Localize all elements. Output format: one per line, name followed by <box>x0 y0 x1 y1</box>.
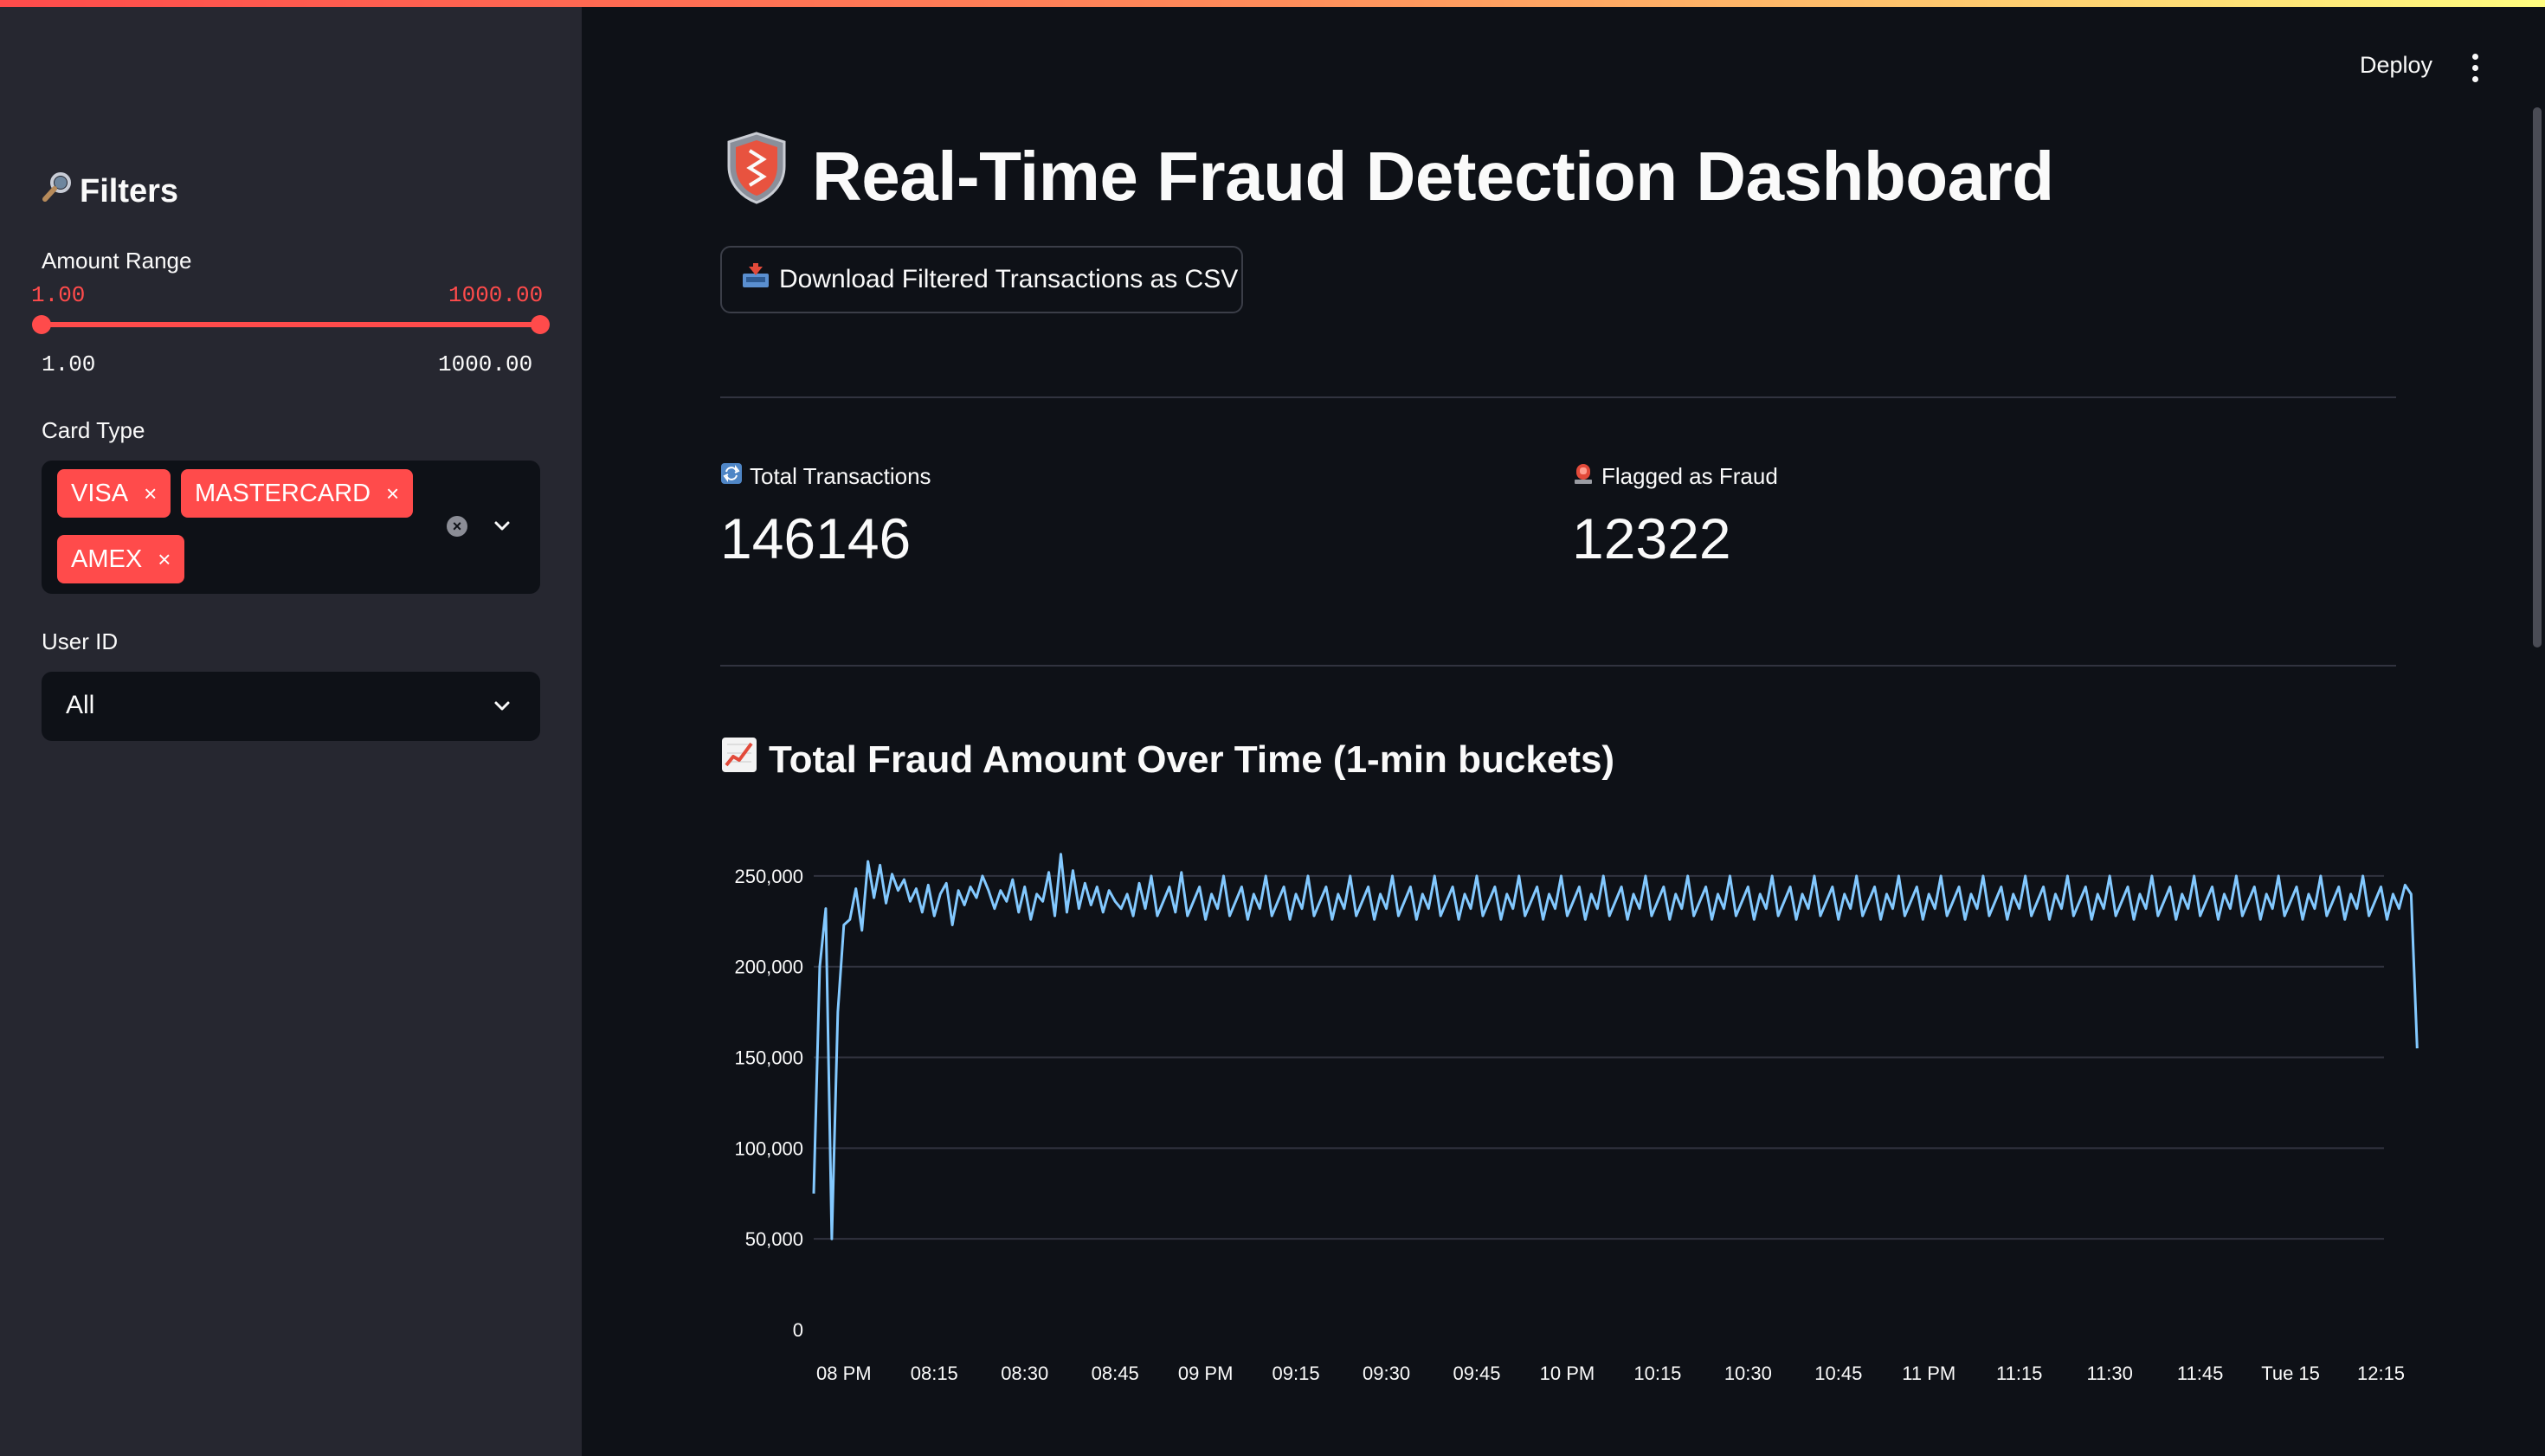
page-scrollbar[interactable] <box>2533 107 2542 647</box>
x-tick-label: 08 PM <box>816 1363 872 1384</box>
chip-label: VISA <box>71 479 129 507</box>
top-decoration-bar <box>0 0 2545 7</box>
metric-label-fraud: Flagged as Fraud <box>1572 462 1778 491</box>
filters-heading: Filters <box>40 170 178 213</box>
slider-min-handle[interactable] <box>32 315 51 334</box>
shield-icon <box>724 130 789 222</box>
x-tick-label: 09:15 <box>1272 1363 1320 1384</box>
chip-label: MASTERCARD <box>195 479 371 507</box>
filters-title: Filters <box>80 172 179 209</box>
x-tick-label: 08:45 <box>1092 1363 1139 1384</box>
chevron-down-icon[interactable] <box>492 696 512 717</box>
fraud-amount-line-chart: 0 50,000 100,000 150,000 200,000 250,000 08 PM… <box>734 853 2419 1384</box>
x-tick-label: 09 PM <box>1178 1363 1234 1384</box>
magnifier-icon <box>40 170 74 213</box>
divider <box>720 665 2396 667</box>
card-type-label: Card Type <box>42 417 145 443</box>
siren-icon <box>1572 462 1595 491</box>
x-tick-label: 10:30 <box>1724 1363 1772 1384</box>
page-title: Real-Time Fraud Detection Dashboard <box>724 130 2054 222</box>
amount-range-label: Amount Range <box>42 248 192 274</box>
slider-min-bound: 1.00 <box>42 351 96 377</box>
x-tick-label: 12:15 <box>2357 1363 2405 1384</box>
clear-all-icon[interactable]: × <box>447 516 467 537</box>
x-tick-label: 11 PM <box>1902 1363 1955 1384</box>
chip-remove-icon[interactable]: × <box>144 480 157 507</box>
x-tick-label: 09:45 <box>1453 1363 1500 1384</box>
deploy-button[interactable]: Deploy <box>2360 52 2432 79</box>
y-tick-label: 150,000 <box>734 1047 803 1069</box>
main-menu-icon[interactable] <box>2472 54 2479 87</box>
x-tick-label: 11:45 <box>2177 1363 2223 1384</box>
x-tick-label: 08:15 <box>911 1363 958 1384</box>
amount-range-track[interactable] <box>42 322 540 327</box>
chip-remove-icon[interactable]: × <box>158 546 171 573</box>
metric-value-fraud: 12322 <box>1572 506 1731 570</box>
chip-mastercard: MASTERCARD × <box>181 469 414 518</box>
y-tick-label: 250,000 <box>734 866 803 887</box>
card-type-multiselect[interactable]: VISA × MASTERCARD × AMEX × × <box>42 461 540 594</box>
sidebar: Filters Amount Range 1.00 1000.00 1.00 1… <box>0 0 582 1456</box>
chart-title-text: Total Fraud Amount Over Time (1-min buck… <box>769 738 1615 781</box>
divider <box>720 396 2396 398</box>
metric-value-total: 146146 <box>720 506 912 570</box>
x-tick-label: 11:30 <box>2086 1363 2132 1384</box>
y-tick-label: 200,000 <box>734 957 803 978</box>
x-tick-label: 09:30 <box>1363 1363 1410 1384</box>
slider-min-value: 1.00 <box>31 282 86 308</box>
y-tick-label: 50,000 <box>745 1228 803 1250</box>
repeat-icon <box>720 462 743 491</box>
download-csv-button[interactable]: Download Filtered Transactions as CSV <box>720 246 1243 313</box>
chart-increasing-icon <box>720 736 758 783</box>
x-tick-label: Tue 15 <box>2261 1363 2320 1384</box>
x-tick-label: 10 PM <box>1540 1363 1595 1384</box>
page-title-text: Real-Time Fraud Detection Dashboard <box>812 137 2054 215</box>
metric-label-text: Total Transactions <box>750 463 931 489</box>
fraud-amount-series-line <box>812 853 2419 1240</box>
inbox-tray-icon <box>741 263 770 296</box>
chip-remove-icon[interactable]: × <box>386 480 399 507</box>
y-tick-label: 100,000 <box>734 1137 803 1159</box>
slider-max-handle[interactable] <box>531 315 550 334</box>
metric-label-total: Total Transactions <box>720 462 931 491</box>
metric-label-text: Flagged as Fraud <box>1601 463 1778 489</box>
x-tick-label: 11:15 <box>1996 1363 2042 1384</box>
chip-amex: AMEX × <box>57 535 185 583</box>
user-id-select[interactable]: All <box>42 672 540 741</box>
chart-title: Total Fraud Amount Over Time (1-min buck… <box>720 736 1614 783</box>
chip-label: AMEX <box>71 544 143 573</box>
x-tick-label: 10:15 <box>1633 1363 1681 1384</box>
slider-max-bound: 1000.00 <box>438 351 533 377</box>
chip-visa: VISA × <box>57 469 171 518</box>
download-csv-label: Download Filtered Transactions as CSV <box>779 265 1239 293</box>
user-id-selected-value: All <box>66 691 95 719</box>
user-id-label: User ID <box>42 628 119 654</box>
chevron-down-icon[interactable] <box>492 516 512 537</box>
y-tick-label: 0 <box>793 1319 803 1341</box>
x-tick-label: 10:45 <box>1814 1363 1862 1384</box>
slider-max-value: 1000.00 <box>448 282 544 308</box>
x-tick-label: 08:30 <box>1001 1363 1048 1384</box>
